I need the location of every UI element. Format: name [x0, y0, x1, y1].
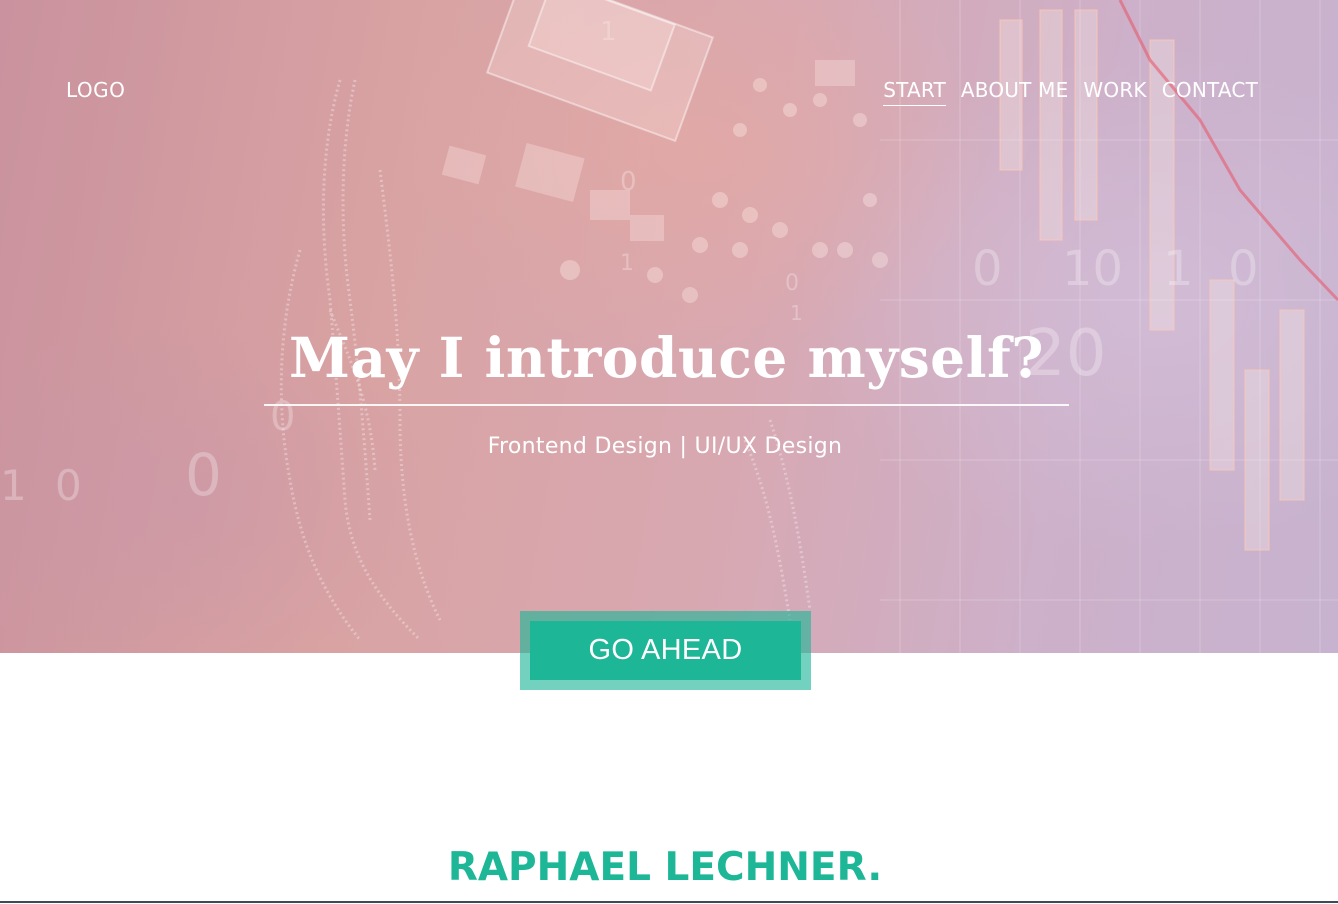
headline-divider	[264, 404, 1069, 406]
svg-text:1: 1	[1163, 241, 1194, 297]
main-nav: START ABOUT ME WORK CONTACT	[883, 78, 1258, 106]
logo[interactable]: LOGO	[66, 78, 125, 102]
author-name: RAPHAEL LECHNER.	[447, 845, 883, 890]
svg-text:0: 0	[1228, 241, 1259, 297]
nav-item-start[interactable]: START	[883, 78, 946, 106]
svg-text:1: 1	[0, 461, 27, 510]
headline-block: May I introduce myself?	[264, 318, 1069, 406]
hero-subtitle: Frontend Design | UI/UX Design	[487, 434, 843, 459]
svg-text:0: 0	[55, 461, 82, 510]
svg-text:10: 10	[1062, 241, 1123, 297]
cta-button-frame: GO AHEAD	[520, 611, 811, 690]
nav-item-work[interactable]: WORK	[1083, 78, 1146, 106]
page: 0 10 1 0 20 1 0 0 0 1 0 1 0 1	[0, 0, 1338, 904]
hero-headline: May I introduce myself?	[289, 325, 1044, 390]
nav-item-contact[interactable]: CONTACT	[1162, 78, 1258, 106]
svg-text:1: 1	[620, 251, 634, 276]
svg-text:0: 0	[785, 271, 799, 296]
section-divider	[0, 901, 1338, 903]
hero-section: 0 10 1 0 20 1 0 0 0 1 0 1 0 1	[0, 0, 1338, 653]
go-ahead-button[interactable]: GO AHEAD	[530, 621, 801, 680]
nav-item-about-me[interactable]: ABOUT ME	[961, 78, 1069, 106]
svg-text:0: 0	[972, 241, 1003, 297]
